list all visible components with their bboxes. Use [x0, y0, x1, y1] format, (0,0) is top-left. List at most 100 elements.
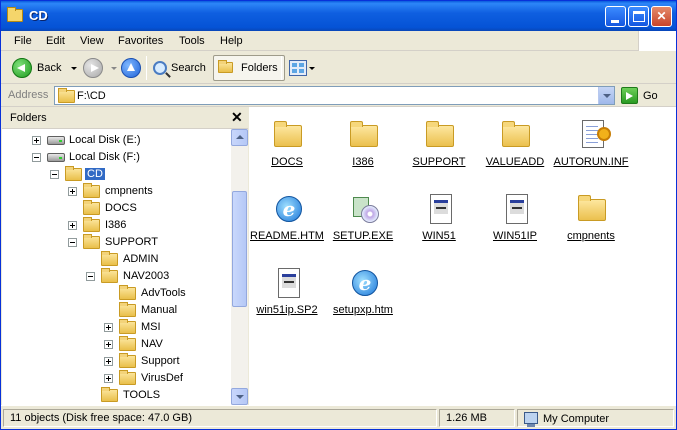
- folders-pane: Folders ✕ Local Disk (E:) Local Disk (F:)…: [2, 107, 248, 405]
- scroll-up-button[interactable]: [231, 129, 248, 146]
- file-item[interactable]: I386: [325, 113, 401, 183]
- expand-icon[interactable]: [104, 357, 113, 366]
- folder-icon: [101, 268, 118, 283]
- tree-item[interactable]: NAV: [2, 336, 231, 353]
- file-label: cmpnents: [567, 230, 615, 242]
- expand-icon[interactable]: [104, 323, 113, 332]
- expand-icon[interactable]: [104, 374, 113, 383]
- tree-item[interactable]: Local Disk (F:): [2, 149, 231, 166]
- status-location-label: My Computer: [543, 413, 610, 425]
- file-item[interactable]: AUTORUN.INF: [553, 113, 629, 183]
- tree-item[interactable]: AdvTools: [2, 285, 231, 302]
- chevron-down-icon[interactable]: [111, 66, 117, 70]
- tree-item[interactable]: ADMIN: [2, 251, 231, 268]
- folder-icon: [119, 370, 136, 385]
- folders-pane-header: Folders ✕: [2, 107, 248, 129]
- file-item[interactable]: WIN51: [401, 187, 477, 257]
- file-item[interactable]: e README.HTM: [249, 187, 325, 257]
- tree-item[interactable]: VirusDef: [2, 370, 231, 387]
- file-item[interactable]: VALUEADD: [477, 113, 553, 183]
- inf-file-icon: [577, 119, 611, 151]
- title-bar[interactable]: CD ✕: [1, 1, 676, 31]
- folder-icon: [119, 285, 136, 300]
- folders-scrollbar[interactable]: [231, 129, 248, 405]
- collapse-icon[interactable]: [50, 170, 59, 179]
- up-folder-button[interactable]: [121, 55, 141, 81]
- tree-item-label: Manual: [141, 304, 178, 316]
- file-label: README.HTM: [250, 230, 324, 242]
- menu-view[interactable]: View: [80, 35, 104, 47]
- expand-icon[interactable]: [68, 187, 77, 196]
- minimize-button[interactable]: [605, 6, 626, 27]
- status-size: 1.26 MB: [439, 409, 515, 427]
- tree-item[interactable]: I386: [2, 217, 231, 234]
- tree-item[interactable]: Local Disk (E:): [2, 132, 231, 149]
- file-item[interactable]: SUPPORT: [401, 113, 477, 183]
- chevron-down-icon[interactable]: [71, 66, 78, 70]
- menu-tools[interactable]: Tools: [179, 35, 205, 47]
- tree-item[interactable]: Support: [2, 353, 231, 370]
- back-arrow-icon: [12, 58, 32, 78]
- close-button[interactable]: ✕: [651, 6, 672, 27]
- views-button[interactable]: [289, 55, 315, 81]
- chevron-down-icon: [309, 66, 315, 70]
- file-item[interactable]: SETUP.EXE: [325, 187, 401, 257]
- file-label: AUTORUN.INF: [553, 156, 629, 168]
- maximize-button[interactable]: [628, 6, 649, 27]
- expand-icon[interactable]: [104, 340, 113, 349]
- tree-item[interactable]: MSI: [2, 319, 231, 336]
- menu-edit[interactable]: Edit: [46, 35, 65, 47]
- tree-item-label: DOCS: [105, 202, 137, 214]
- forward-button[interactable]: [83, 55, 117, 81]
- file-item[interactable]: win51ip.SP2: [249, 261, 325, 331]
- tree-item[interactable]: cmpnents: [2, 183, 231, 200]
- file-item[interactable]: e setupxp.htm: [325, 261, 401, 331]
- folder-icon: [101, 387, 118, 402]
- folder-icon: [425, 119, 457, 151]
- system-file-icon: [273, 267, 305, 299]
- folder-icon: [65, 166, 82, 181]
- file-label: VALUEADD: [485, 156, 545, 168]
- close-pane-icon[interactable]: ✕: [231, 109, 243, 126]
- go-button[interactable]: Go: [621, 86, 658, 105]
- toolbar: Back Search Folders: [1, 52, 676, 84]
- tree-item[interactable]: Manual: [2, 302, 231, 319]
- file-item[interactable]: WIN51IP: [477, 187, 553, 257]
- file-item[interactable]: DOCS: [249, 113, 325, 183]
- tree-item[interactable]: TOOLS: [2, 387, 231, 404]
- menu-help[interactable]: Help: [220, 35, 243, 47]
- scroll-thumb[interactable]: [232, 191, 247, 307]
- explorer-window: CD ✕ File Edit View Favorites Tools Help…: [0, 0, 677, 430]
- tree-item[interactable]: CD: [2, 166, 231, 183]
- search-button[interactable]: Search: [153, 55, 206, 81]
- system-file-icon: [425, 193, 457, 225]
- collapse-icon[interactable]: [68, 238, 77, 247]
- toolbar-separator: [146, 56, 147, 80]
- my-computer-icon: [524, 412, 538, 427]
- tree-item-label: cmpnents: [105, 185, 153, 197]
- address-input[interactable]: F:\CD: [54, 86, 615, 105]
- address-dropdown-button[interactable]: [598, 87, 614, 104]
- tree-item[interactable]: SUPPORT: [2, 234, 231, 251]
- menu-file[interactable]: File: [14, 35, 32, 47]
- file-label: I386: [352, 156, 374, 168]
- collapse-icon[interactable]: [32, 153, 41, 162]
- tree-item-label: Support: [141, 355, 180, 367]
- menu-favorites[interactable]: Favorites: [118, 35, 163, 47]
- collapse-icon[interactable]: [86, 272, 95, 281]
- status-location: My Computer: [517, 409, 674, 427]
- file-item[interactable]: cmpnents: [553, 187, 629, 257]
- file-label: win51ip.SP2: [256, 304, 318, 316]
- tree-item[interactable]: DOCS: [2, 200, 231, 217]
- menu-bar: File Edit View Favorites Tools Help: [1, 31, 676, 51]
- folders-button[interactable]: Folders: [213, 55, 285, 81]
- address-label: Address: [8, 89, 49, 101]
- folder-icon: [58, 88, 75, 103]
- expand-icon[interactable]: [68, 221, 77, 230]
- back-button[interactable]: Back: [12, 55, 78, 81]
- scroll-down-button[interactable]: [231, 388, 248, 405]
- tree-item[interactable]: NAV2003: [2, 268, 231, 285]
- expand-icon[interactable]: [32, 136, 41, 145]
- folder-icon: [119, 336, 136, 351]
- folder-icon: [83, 217, 100, 232]
